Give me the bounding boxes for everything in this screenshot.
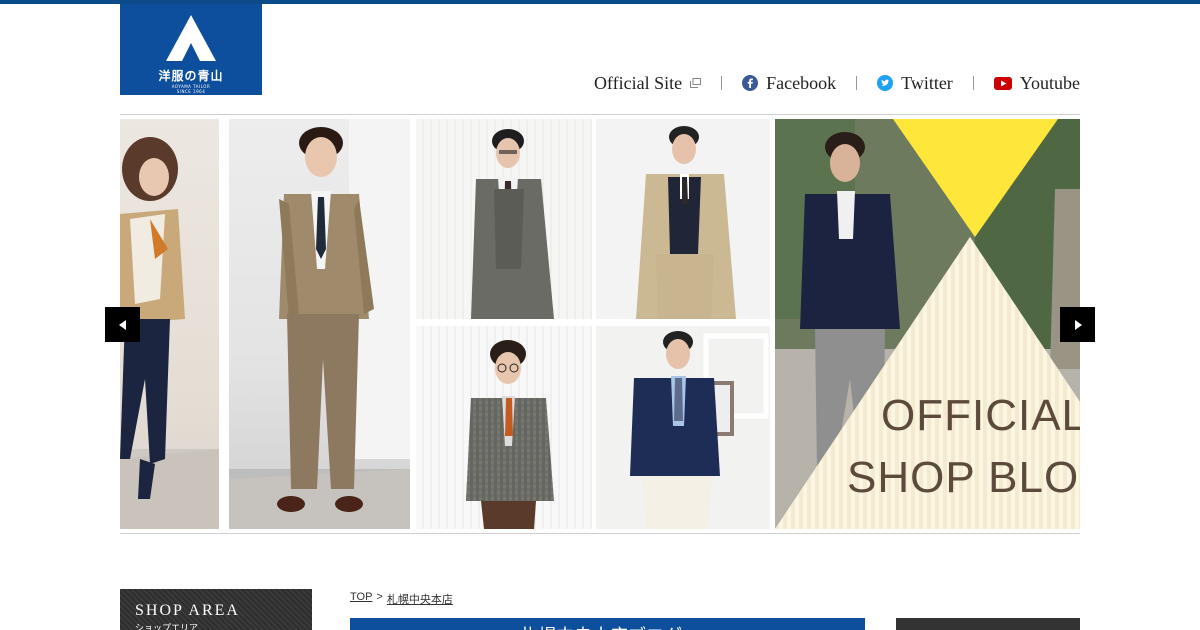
youtube-icon <box>993 76 1012 90</box>
slide-photo-check-jacket[interactable] <box>416 326 592 529</box>
hero-slider: OFFICIAL SHOP BLOG <box>120 119 1080 529</box>
facebook-label: Facebook <box>766 72 837 93</box>
arrow-right-icon <box>1074 319 1082 330</box>
slide-photo-grey-suit[interactable] <box>416 119 592 319</box>
breadcrumb: TOP > 札幌中央本店 <box>350 591 453 607</box>
youtube-label: Youtube <box>1019 72 1080 93</box>
slide-official-blog-banner[interactable]: OFFICIAL SHOP BLOG <box>775 119 1080 529</box>
slider-bottom-rule <box>120 533 1080 534</box>
page-title: 札幌中央本店ブログ <box>520 622 682 630</box>
twitter-icon <box>877 75 894 91</box>
page-title-bar: 札幌中央本店ブログ <box>350 618 865 630</box>
nav-separator <box>721 76 723 90</box>
slider-prev-button[interactable] <box>105 307 140 342</box>
youtube-link[interactable]: Youtube <box>993 72 1080 94</box>
slide-photo-navy-vest[interactable] <box>596 119 770 319</box>
right-sidebar-header <box>896 618 1080 630</box>
logo-text: 洋服の青山 <box>158 69 224 83</box>
shop-area-title: SHOP AREA <box>135 602 240 619</box>
facebook-link[interactable]: Facebook <box>742 73 836 94</box>
official-site-label: Official Site <box>593 72 683 93</box>
arrow-left-icon <box>118 319 126 330</box>
breadcrumb-current-link[interactable]: 札幌中央本店 <box>387 591 453 607</box>
header-nav: Official Site Facebook Twitter Youtube <box>594 72 1080 94</box>
banner-title-line1: OFFICIAL <box>881 391 1080 440</box>
shop-area-subtitle: ショップエリア <box>135 623 199 630</box>
slide-photo-beige-suit[interactable] <box>229 119 410 529</box>
nav-separator <box>856 76 858 90</box>
logo-since: SINCE 1964 <box>176 89 206 94</box>
breadcrumb-separator: > <box>376 591 383 603</box>
banner-title-line2: SHOP BLOG <box>847 453 1080 502</box>
breadcrumb-top-link[interactable]: TOP <box>350 591 372 607</box>
facebook-icon <box>742 75 759 91</box>
shop-area-panel: SHOP AREA ショップエリア <box>120 589 312 630</box>
slider-top-rule <box>120 114 1080 115</box>
official-site-link[interactable]: Official Site <box>593 72 702 94</box>
slide-photo-navy-jacket[interactable] <box>596 326 770 529</box>
slider-next-button[interactable] <box>1060 307 1095 342</box>
nav-separator <box>972 76 974 90</box>
mountain-logo-icon <box>166 15 216 61</box>
slide-gap <box>219 119 225 529</box>
external-window-icon <box>690 78 702 88</box>
twitter-link[interactable]: Twitter <box>877 73 953 94</box>
twitter-label: Twitter <box>901 72 953 93</box>
brand-logo[interactable]: 洋服の青山 AOYAMA TAILOR SINCE 1964 <box>120 4 262 95</box>
